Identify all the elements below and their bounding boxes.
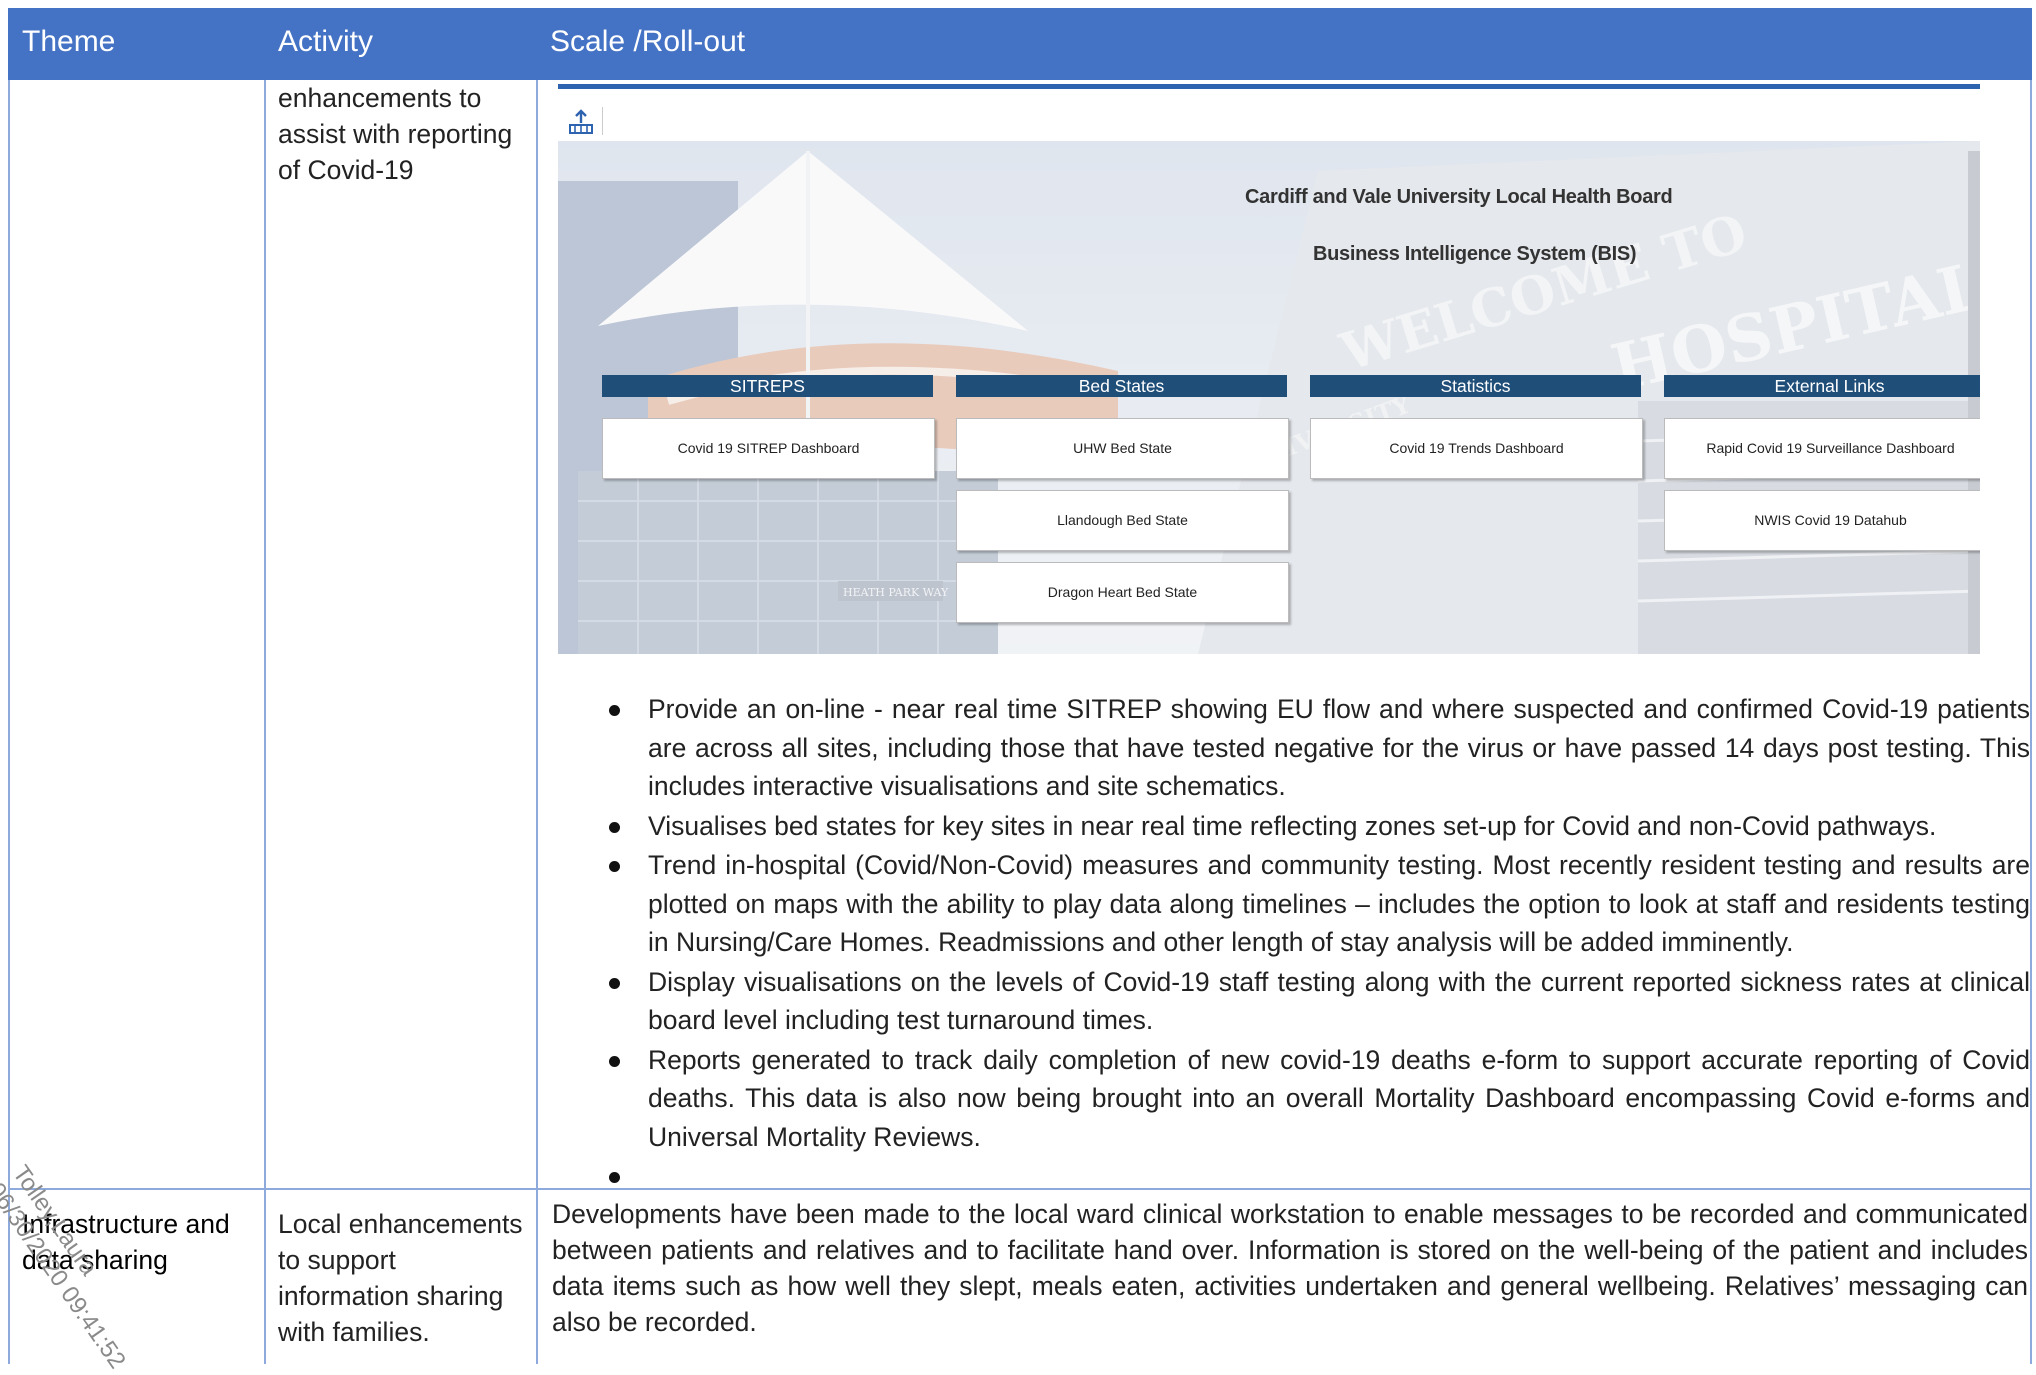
list-item: Visualises bed states for key sites in n… — [590, 807, 2030, 846]
bis-organisation-title: Cardiff and Vale University Local Health… — [1245, 186, 1673, 208]
bis-column-statistics: Statistics — [1310, 375, 1641, 397]
bullet-icon — [609, 861, 620, 872]
header-theme: Theme — [22, 25, 116, 58]
table-border-right — [2030, 80, 2032, 1364]
rollout-bullet-list: Provide an on-line - near real time SITR… — [590, 690, 2030, 1196]
bullet-icon — [609, 1055, 620, 1067]
header-scale: Scale /Roll-out — [550, 25, 746, 58]
roadmap-table: Theme Activity Scale /Roll-out enhanceme… — [8, 8, 2032, 1364]
bullet-text: Reports generated to track daily complet… — [648, 1044, 2030, 1152]
bis-screenshot: WELCOME TO HOSPITAL OF WALES UNIVERSITY … — [558, 84, 1980, 654]
column-divider-2 — [536, 80, 538, 1364]
activity-line: of Covid-19 — [278, 155, 414, 185]
activity-line: Local enhancements — [278, 1209, 523, 1239]
bullet-text: Provide an on-line - near real time SITR… — [648, 694, 2030, 801]
list-item — [590, 1157, 2030, 1195]
toolbar-separator — [602, 107, 603, 135]
list-item: Provide an on-line - near real time SITR… — [590, 690, 2030, 806]
bullet-icon — [609, 977, 620, 989]
column-divider-1 — [264, 80, 266, 1364]
table-header-row: Theme Activity Scale /Roll-out — [8, 8, 2032, 80]
bis-column-sitreps: SITREPS — [602, 375, 933, 397]
covid-sitrep-dashboard-button[interactable]: Covid 19 SITREP Dashboard — [602, 418, 935, 479]
activity-line: enhancements to — [278, 83, 482, 113]
bullet-text: Trend in-hospital (Covid/Non-Covid) meas… — [648, 850, 2030, 957]
rapid-surveillance-dashboard-button[interactable]: Rapid Covid 19 Surveillance Dashboard — [1664, 418, 1980, 479]
header-activity: Activity — [278, 25, 374, 58]
bis-column-bed-states: Bed States — [956, 375, 1287, 397]
activity-line: with families. — [278, 1317, 430, 1347]
bis-column-external-links: External Links — [1664, 375, 1980, 397]
bullet-text: Visualises bed states for key sites in n… — [648, 810, 1937, 841]
nwis-datahub-button[interactable]: NWIS Covid 19 Datahub — [1664, 490, 1980, 551]
dragon-heart-bed-state-button[interactable]: Dragon Heart Bed State — [956, 562, 1289, 623]
list-item: Reports generated to track daily complet… — [590, 1041, 2030, 1157]
bullet-icon — [609, 821, 620, 833]
bis-home-page: WELCOME TO HOSPITAL OF WALES UNIVERSITY … — [558, 141, 1980, 654]
export-icon[interactable] — [568, 109, 594, 135]
list-item: Trend in-hospital (Covid/Non-Covid) meas… — [590, 846, 2030, 962]
row1-activity: enhancements to assist with reporting of… — [278, 80, 528, 188]
activity-line: assist with reporting — [278, 119, 513, 149]
bullet-text: Display visualisations on the levels of … — [648, 966, 2030, 1036]
uhw-bed-state-button[interactable]: UHW Bed State — [956, 418, 1289, 479]
table-border-left — [8, 80, 10, 1364]
list-item: Display visualisations on the levels of … — [590, 963, 2030, 1040]
llandough-bed-state-button[interactable]: Llandough Bed State — [956, 490, 1289, 551]
screenshot-toolbar — [558, 89, 1980, 141]
bullet-icon — [609, 705, 620, 716]
row2-description: Developments have been made to the local… — [552, 1199, 2028, 1337]
bullet-icon — [609, 1172, 620, 1183]
covid-trends-dashboard-button[interactable]: Covid 19 Trends Dashboard — [1310, 418, 1643, 479]
activity-line: information sharing — [278, 1281, 504, 1311]
bis-system-title: Business Intelligence System (BIS) — [1313, 243, 1637, 265]
row2-activity: Local enhancements to support informatio… — [278, 1206, 532, 1350]
activity-line: to support — [278, 1245, 396, 1275]
